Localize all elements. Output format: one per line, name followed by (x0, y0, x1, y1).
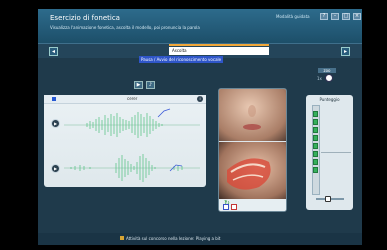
page-title: Esercizio di fonetica (50, 14, 120, 22)
face-front-image (219, 89, 286, 141)
waveforms-svg (64, 108, 200, 182)
minimize-button[interactable]: – (331, 13, 339, 20)
ascolta-field[interactable]: Ascolta (169, 47, 269, 55)
score-level (313, 135, 318, 141)
speaker-button[interactable]: ♪ (146, 81, 155, 89)
close-button[interactable]: × (353, 13, 361, 20)
speed-label: 1x (317, 76, 322, 81)
model-pitch-line (157, 108, 171, 118)
left-arrow-icon: ◂ (51, 48, 55, 55)
header: Esercizio di fonetica Visualizza l'anima… (38, 9, 362, 43)
status-message: Attività sul concorso nella lezione: Pla… (126, 236, 221, 241)
next-button[interactable]: ▸ (341, 47, 350, 56)
zoom-control[interactable]: zoo (318, 68, 336, 73)
score-level (313, 127, 318, 133)
score-title: Punteggio (319, 97, 340, 102)
articulation-view: ↻ (218, 88, 287, 212)
face-side-image (219, 142, 286, 199)
score-level (313, 111, 318, 117)
play-anim-button[interactable] (223, 204, 229, 210)
tooltip: Pausa / Avvio del riconoscimento vocale (139, 56, 224, 63)
score-level (313, 159, 318, 165)
help-icon: ? (322, 13, 326, 19)
score-level (313, 151, 318, 157)
stop-anim-button[interactable] (231, 204, 237, 210)
close-icon: × (354, 13, 360, 19)
right-arrow-icon: ▸ (343, 48, 347, 55)
score-level (313, 119, 318, 125)
maximize-icon: □ (343, 13, 349, 19)
mode-label: Modalità guidata (276, 14, 310, 19)
play-button[interactable]: ▶ (134, 81, 143, 89)
page-subtitle: Visualizza l'animazione fonetica, ascolt… (50, 25, 200, 30)
speaker-icon: ♪ (148, 82, 153, 88)
toggle-1x[interactable] (325, 74, 333, 82)
minimize-icon: – (333, 13, 337, 19)
maximize-button[interactable]: □ (342, 13, 350, 20)
status-bar: Attività sul concorso nella lezione: Pla… (38, 233, 362, 245)
score-level (313, 143, 318, 149)
animation-controls: ↻ (219, 199, 286, 211)
score-slider-handle[interactable] (325, 196, 331, 202)
waveform-panel: cerer i ▶ ▶ (44, 95, 206, 187)
back-button[interactable]: ◂ (49, 47, 58, 56)
play-icon: ▶ (136, 82, 141, 88)
progress-bar (169, 44, 269, 46)
score-level (313, 167, 318, 173)
score-panel: Punteggio (306, 95, 353, 210)
app-window: Esercizio di fonetica Visualizza l'anima… (38, 9, 362, 245)
threshold-line (321, 152, 351, 153)
face-side-svg (227, 158, 271, 190)
warning-icon (120, 236, 124, 240)
help-button[interactable]: ? (320, 13, 328, 20)
face-front-svg (243, 105, 261, 130)
